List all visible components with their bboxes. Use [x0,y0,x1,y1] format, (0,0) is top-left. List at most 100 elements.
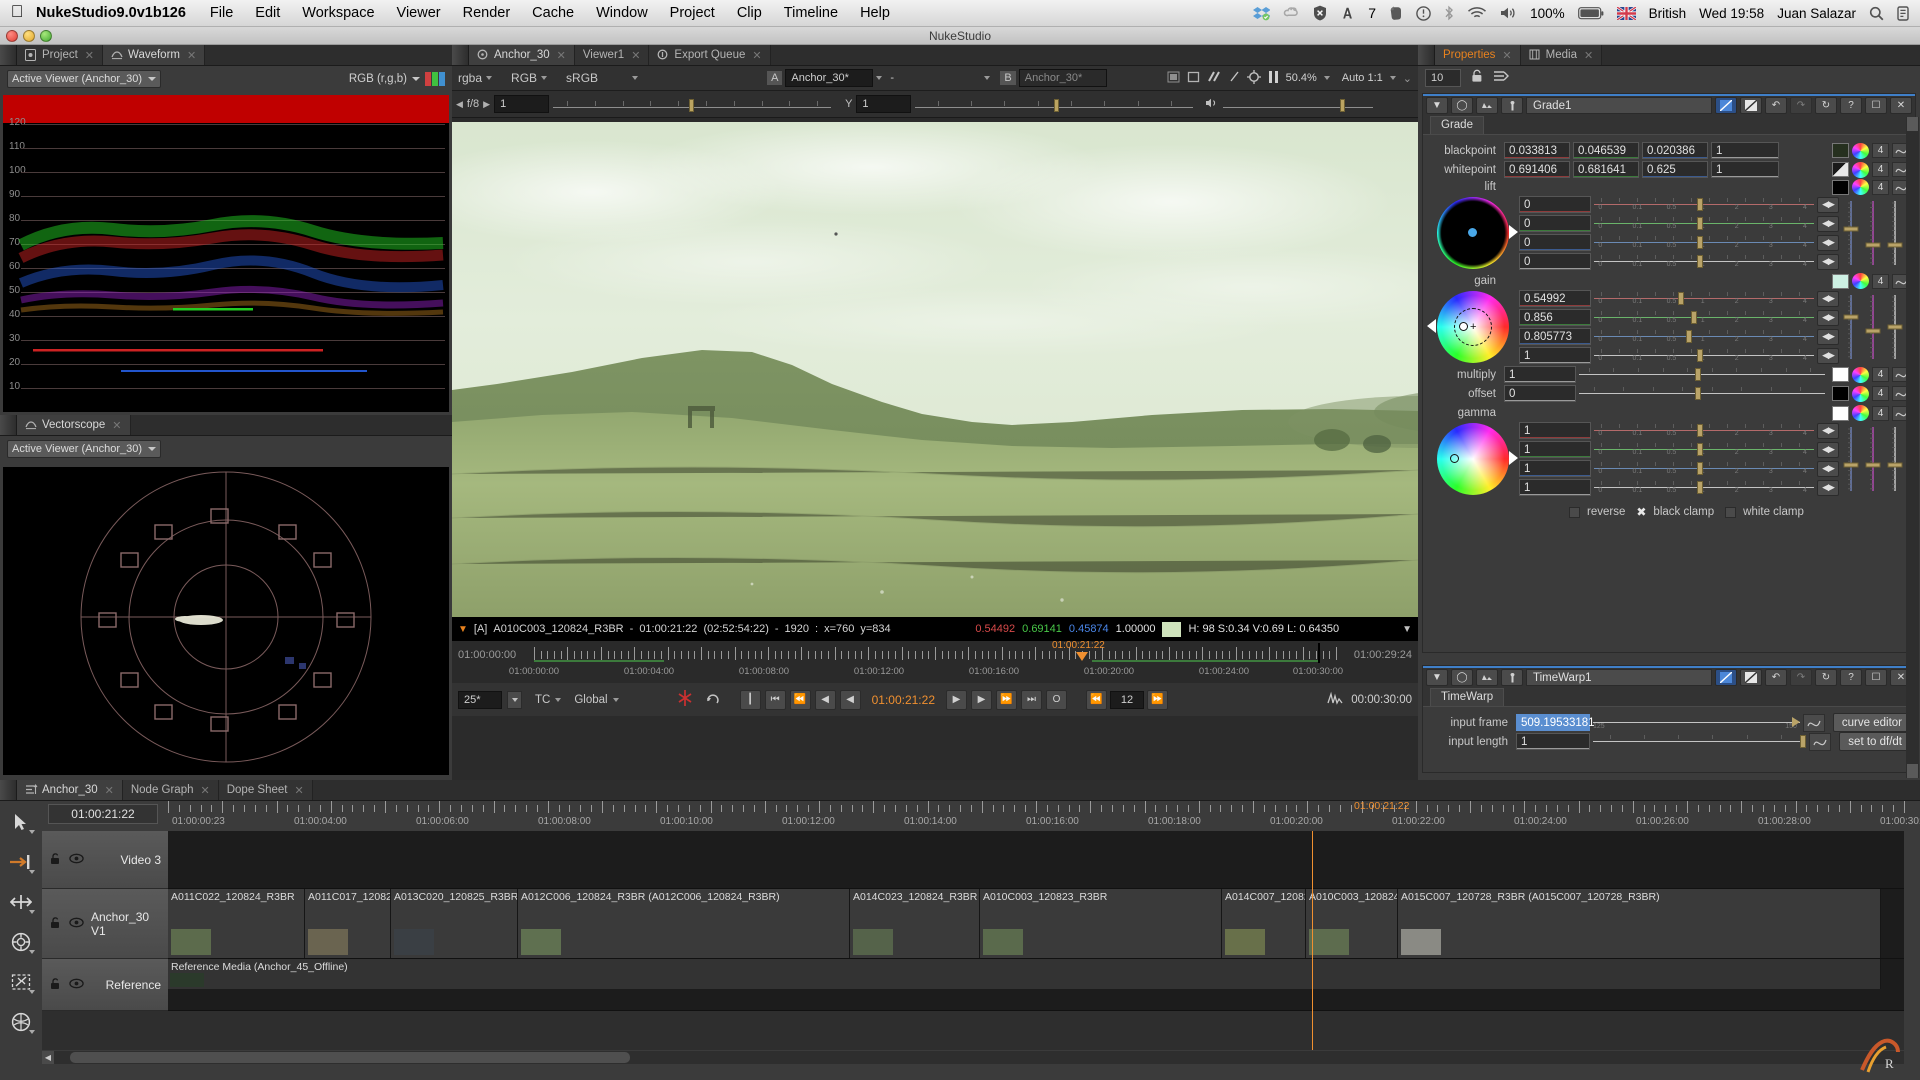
gain-increase-icon[interactable]: ▶ [483,99,490,110]
gain-value[interactable]: 1 [494,95,549,113]
zoom-level[interactable]: 50.4% [1286,72,1317,84]
tab-dope-sheet[interactable]: Dope Sheet ✕ [219,780,313,800]
roll-edit-icon[interactable] [6,889,36,915]
viewer-audio-icon[interactable] [1205,97,1219,112]
input-a-select[interactable]: Anchor_30* [785,69,873,87]
whitepoint-g[interactable]: 0.681641 [1573,161,1639,178]
visible-icon[interactable] [69,853,84,867]
viewer-timeline-ruler[interactable]: 01:00:00:00 01:00:29:24 01:00:21:22 01:0… [452,641,1418,683]
close-tab-icon[interactable]: ✕ [201,784,210,797]
gain-channels[interactable]: 4 [1872,274,1889,289]
track-header[interactable]: Reference [42,959,168,1011]
gamma-color-wheel[interactable] [1437,423,1509,495]
minimize-window-button[interactable] [23,30,35,42]
track-lane[interactable] [168,831,1904,889]
gain-value-1[interactable]: 0.856 [1519,309,1591,326]
gamma-slider[interactable] [915,96,1193,112]
node-settings-icon[interactable] [1501,669,1523,686]
chevron-down-icon[interactable] [876,76,882,80]
visible-icon[interactable] [69,978,84,992]
gamma-nudge-2[interactable]: ◀▶ [1817,461,1839,477]
gamma-value-2[interactable]: 1 [1519,460,1591,477]
lift-slider-1[interactable]: 00.10.51234 [1594,215,1814,232]
lift-nudge-3[interactable]: ◀▶ [1817,254,1839,270]
search-icon[interactable] [1869,6,1884,21]
gamma-nudge-1[interactable]: ◀▶ [1817,442,1839,458]
wipe-icon[interactable] [1207,70,1222,86]
evernote-icon[interactable] [1389,5,1403,21]
select-arrow-icon[interactable] [6,809,36,835]
node-settings-icon[interactable] [1501,97,1523,114]
timeline-clip[interactable]: A010C003_120823_R3BR [980,889,1222,958]
menu-workspace[interactable]: Workspace [291,5,385,21]
pause-icon[interactable] [1268,70,1279,87]
loop-icon[interactable]: O [1046,690,1067,710]
tab-anchor30-viewer[interactable]: Anchor_30 ✕ [469,45,575,65]
vectorscope-display[interactable] [3,467,449,775]
input-source-flag-icon[interactable] [1617,7,1636,20]
panel-grip[interactable] [0,45,17,65]
play-forward-icon[interactable]: ▶ [946,690,967,710]
skip-forward-icon[interactable]: ⏩ [1147,690,1168,710]
current-timecode[interactable]: 01:00:21:22 [865,693,942,707]
timeline-ruler[interactable]: 01:00:00:2301:00:04:0001:00:06:0001:00:0… [168,801,1904,831]
timewarp-subtab[interactable]: TimeWarp [1430,688,1504,706]
close-tab-icon[interactable]: ✕ [85,49,94,62]
blackpoint-channels[interactable]: 4 [1872,143,1889,158]
gamma-swatch[interactable] [1832,406,1849,421]
multiply-colorwheel-icon[interactable] [1852,367,1869,383]
chevron-down-icon[interactable] [1390,76,1396,80]
waveform-scope-display[interactable]: 120110100908070605040302010 [3,95,449,412]
lift-slider-2[interactable]: 00.10.51234 [1594,234,1814,251]
set-dfdt-button[interactable]: set to df/dt [1839,732,1911,751]
menu-timeline[interactable]: Timeline [773,5,849,21]
clock-icon[interactable] [1416,6,1431,21]
layer-select[interactable]: RGB [511,71,547,85]
chevron-down-icon[interactable] [1324,76,1330,80]
prev-keyframe-icon[interactable]: ⏪ [790,690,811,710]
revert-icon[interactable]: ↻ [1815,669,1837,686]
timeline-clip[interactable]: A011C022_120824_R3BR [168,889,305,958]
timecode-mode[interactable]: TC [535,694,550,706]
menu-cache[interactable]: Cache [521,5,585,21]
timeline-hscroll-track[interactable]: ◀ [42,1051,1904,1064]
gain-nudge-0[interactable]: ◀▶ [1817,291,1839,307]
multiply-swatch[interactable] [1832,367,1849,382]
gamma-value-3[interactable]: 1 [1519,479,1591,496]
offset-channels[interactable]: 4 [1872,386,1889,401]
rgb-channel-swatches[interactable] [425,72,445,86]
gamma-slider-0[interactable]: 00.10.51234 [1594,422,1814,439]
black-clamp-checkbox[interactable]: ✖ [1636,505,1646,519]
undo-icon[interactable]: ↶ [1765,669,1787,686]
unlocked-icon[interactable] [49,852,62,868]
first-frame-icon[interactable]: ⏮ [765,690,786,710]
blackpoint-g[interactable]: 0.046539 [1573,142,1639,159]
proxy-icon[interactable] [1167,71,1180,86]
gain-mini-scopes[interactable] [1839,291,1911,363]
gamma-slider-2[interactable]: 00.10.51234 [1594,460,1814,477]
whitepoint-swatch[interactable] [1832,162,1849,177]
gain-slider-0[interactable]: 00.10.51234 [1594,290,1814,307]
waveform-viewer-select[interactable]: Active Viewer (Anchor_30) [7,70,161,88]
lift-value-3[interactable]: 0 [1519,253,1591,270]
skip-frames-field[interactable]: 12 [1110,691,1144,709]
blackpoint-colorwheel-icon[interactable] [1852,143,1869,159]
expand-viewer-icon[interactable]: ⌄ [1403,72,1412,85]
track-lane[interactable]: Reference Media (Anchor_45_Offline) [168,959,1904,1011]
close-tab-icon[interactable]: ✕ [1584,49,1593,62]
whitepoint-r[interactable]: 0.691406 [1504,161,1570,178]
menu-file[interactable]: File [199,5,244,21]
close-tab-icon[interactable]: ✕ [294,784,303,797]
antivirus-shield-icon[interactable] [1313,5,1327,21]
disable-icon[interactable] [1715,669,1737,686]
vectorscope-viewer-select[interactable]: Active Viewer (Anchor_30) [7,440,161,458]
max-panels-field[interactable]: 10 [1425,69,1461,87]
gain-value-2[interactable]: 0.805773 [1519,328,1591,345]
multiply-channels[interactable]: 4 [1872,367,1889,382]
help-icon[interactable]: ? [1840,97,1862,114]
gain-value-0[interactable]: 0.54992 [1519,290,1591,307]
menu-render[interactable]: Render [452,5,522,21]
close-tab-icon[interactable]: ✕ [631,49,640,62]
gamma-value[interactable]: 1 [856,95,911,113]
offset-slider[interactable] [1579,385,1825,402]
